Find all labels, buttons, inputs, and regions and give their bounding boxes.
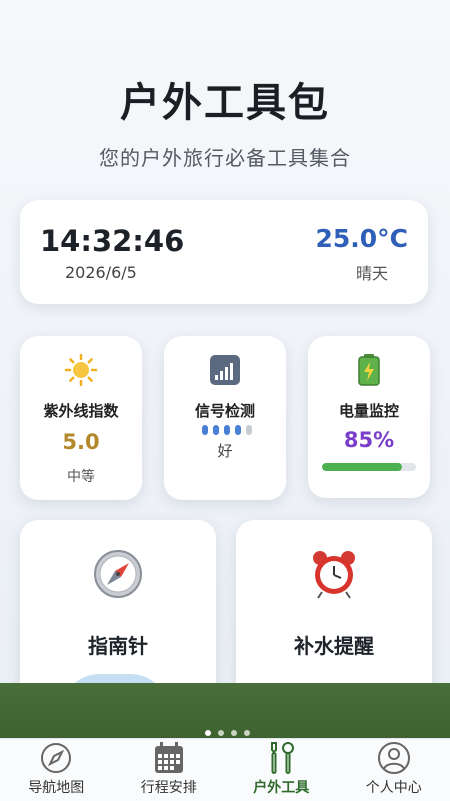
uv-value: 5.0 — [20, 430, 142, 454]
signal-bar — [213, 425, 219, 435]
page-dot — [244, 730, 250, 736]
page-indicator — [205, 730, 250, 736]
signal-bar — [224, 425, 230, 435]
sun-icon — [20, 354, 142, 386]
signal-icon — [164, 354, 286, 386]
tab-navigation-map[interactable]: 导航地图 — [0, 739, 113, 801]
signal-bar — [246, 425, 252, 435]
header: 户外工具包 您的户外旅行必备工具集合 — [0, 70, 450, 171]
compass-label: 指南针 — [20, 630, 216, 659]
page-dot — [218, 730, 224, 736]
tab-itinerary[interactable]: 行程安排 — [113, 739, 226, 801]
current-date: 2026/6/5 — [65, 263, 137, 282]
hydration-label: 补水提醒 — [236, 630, 432, 659]
compass-icon — [39, 741, 73, 775]
uv-level: 中等 — [20, 466, 142, 486]
battery-progress-fill — [322, 463, 402, 471]
page-dot — [231, 730, 237, 736]
signal-strength-bars — [202, 425, 252, 435]
signal-label: 信号检测 — [164, 400, 286, 421]
tab-label: 导航地图 — [0, 777, 113, 797]
tab-outdoor-tools[interactable]: 户外工具 — [225, 739, 338, 801]
user-icon — [377, 741, 411, 775]
weather-condition: 晴天 — [356, 260, 388, 284]
tab-profile[interactable]: 个人中心 — [338, 739, 450, 801]
battery-card[interactable]: 电量监控 85% — [308, 336, 430, 498]
calendar-icon — [152, 741, 186, 775]
time-weather-card: 14:32:46 2026/6/5 25.0°C 晴天 — [20, 200, 428, 304]
page-subtitle: 您的户外旅行必备工具集合 — [0, 142, 450, 171]
current-time: 14:32:46 — [40, 224, 184, 258]
bottom-tab-bar: 导航地图 行程安排 户外工具 个人中心 — [0, 738, 450, 801]
uv-label: 紫外线指数 — [20, 400, 142, 421]
tab-label: 户外工具 — [225, 777, 338, 797]
tab-label: 个人中心 — [338, 777, 450, 797]
temperature: 25.0°C — [315, 224, 408, 253]
battery-percent: 85% — [308, 428, 430, 452]
tab-label: 行程安排 — [113, 777, 226, 797]
signal-bar — [235, 425, 241, 435]
uv-index-card[interactable]: 紫外线指数 5.0 中等 — [20, 336, 142, 500]
tools-icon — [264, 741, 298, 775]
battery-icon — [308, 354, 430, 386]
page-title: 户外工具包 — [0, 70, 450, 128]
alarm-clock-icon — [236, 548, 432, 600]
battery-label: 电量监控 — [308, 400, 430, 421]
signal-bar — [202, 425, 208, 435]
compass-icon — [20, 548, 216, 600]
page-dot-active — [205, 730, 211, 736]
signal-card[interactable]: 信号检测 好 — [164, 336, 286, 500]
battery-progress-bar — [322, 463, 416, 471]
signal-quality: 好 — [164, 440, 286, 461]
